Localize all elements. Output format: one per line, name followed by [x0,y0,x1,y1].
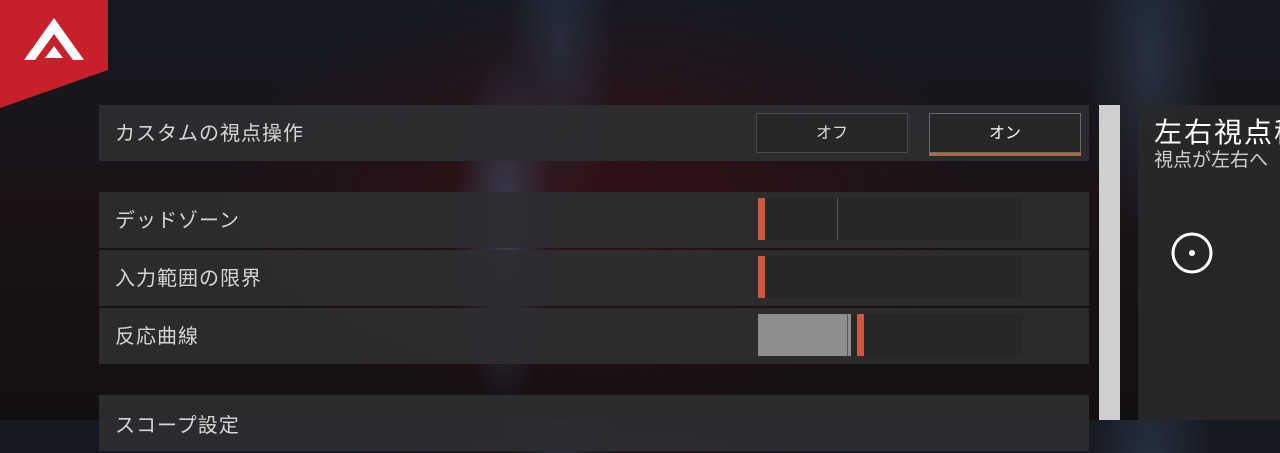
custom-look-label: カスタムの視点操作 [115,121,304,145]
toggle-off-label: オフ [815,123,848,142]
scope-settings-label: スコープ設定 [115,413,240,437]
settings-scrollbar[interactable] [1099,105,1120,420]
deadzone-slider[interactable] [758,198,1023,240]
response-curve-fill [758,314,851,356]
toggle-on-button[interactable]: オン [929,113,1081,156]
outer-threshold-slider[interactable] [758,256,1023,298]
toggle-off-button[interactable]: オフ [756,113,908,153]
outer-threshold-slider-handle[interactable] [758,256,765,298]
slider-default-tick [837,198,838,240]
response-curve-label: 反応曲線 [115,324,199,348]
response-curve-slider[interactable] [758,314,1023,356]
toggle-on-label: オン [988,123,1021,142]
deadzone-label: デッドゾーン [115,208,240,232]
slider-default-tick [847,314,848,356]
response-curve-slider-handle[interactable] [857,314,864,356]
apex-logo-icon [0,0,108,108]
custom-look-row: カスタムの視点操作 オフ オン [99,105,1089,161]
outer-threshold-label: 入力範囲の限界 [115,266,262,290]
detail-panel: 左右視点移 視点が左右へ [1138,105,1280,420]
analog-stick-icon [1171,232,1213,274]
selected-indicator [929,153,1081,156]
scope-settings-row[interactable]: スコープ設定 [99,395,1089,451]
deadzone-slider-handle[interactable] [758,198,765,240]
detail-description: 視点が左右へ [1154,149,1269,171]
